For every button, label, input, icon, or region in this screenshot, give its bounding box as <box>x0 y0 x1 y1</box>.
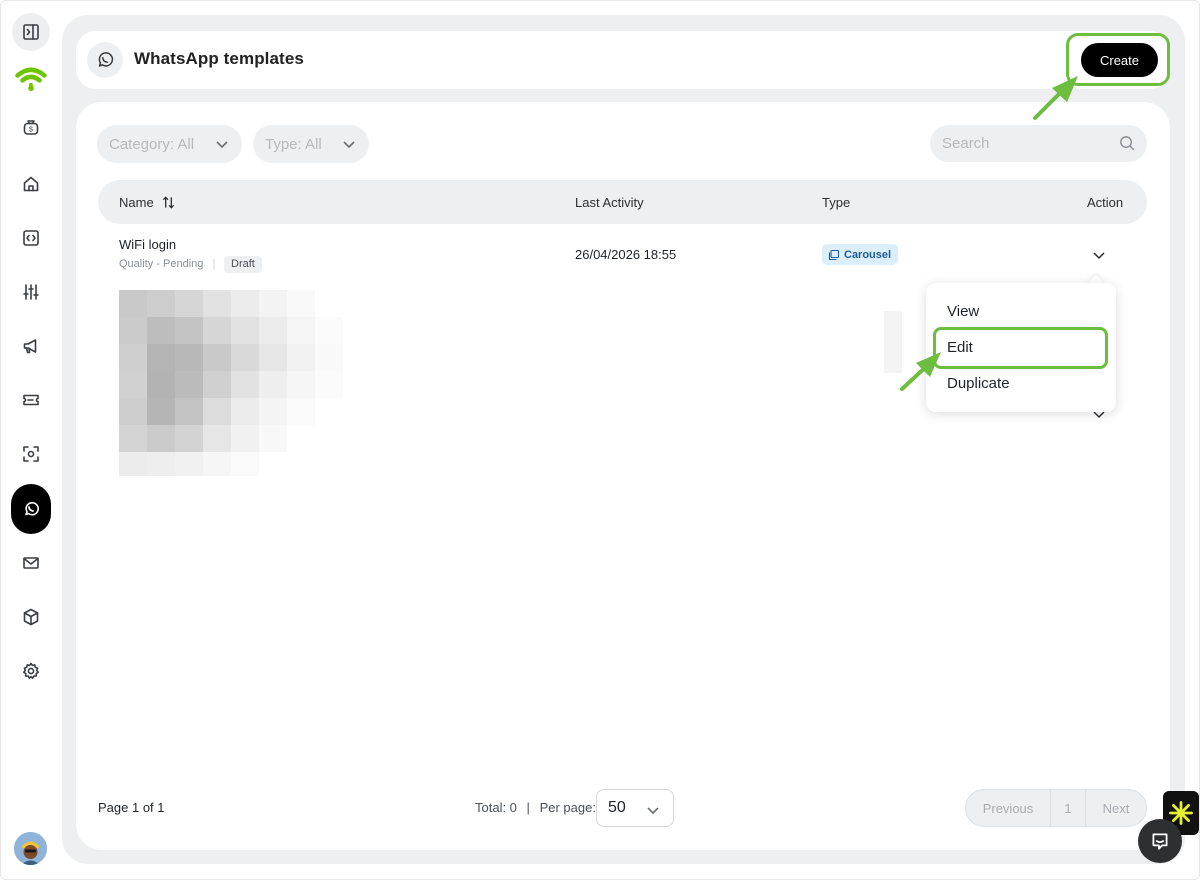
total-info: Total: 0 | Per page: <box>475 800 596 815</box>
category-filter[interactable]: Category: All <box>97 125 242 163</box>
whatsapp-icon <box>87 42 123 78</box>
sidebar: $ <box>0 0 62 880</box>
type-badge: Carousel <box>822 244 899 265</box>
redacted-image <box>119 290 343 476</box>
search-icon <box>1120 136 1135 151</box>
per-page-select[interactable]: 50 <box>596 789 674 827</box>
category-filter-label: Category: All <box>109 135 195 153</box>
total-count: Total: 0 <box>475 800 517 815</box>
chat-icon <box>1152 833 1168 850</box>
money-bag-icon[interactable]: $ <box>12 108 50 146</box>
svg-text:$: $ <box>29 127 33 134</box>
settings-icon[interactable] <box>12 652 50 690</box>
chevron-down-icon <box>216 141 228 149</box>
status-badge: Draft <box>224 256 262 273</box>
quality-status: Quality - Pending | <box>119 258 216 270</box>
cube-icon[interactable] <box>12 598 50 636</box>
megaphone-icon[interactable] <box>12 327 50 365</box>
page-number[interactable]: 1 <box>1051 790 1086 826</box>
template-name[interactable]: WiFi login <box>119 237 176 252</box>
next-button[interactable]: Next <box>1086 790 1146 826</box>
previous-button[interactable]: Previous <box>966 790 1051 826</box>
ticket-icon[interactable] <box>12 381 50 419</box>
pagination: Previous 1 Next <box>965 789 1147 827</box>
home-icon[interactable] <box>12 165 50 203</box>
menu-item-view[interactable]: View <box>947 303 979 320</box>
last-activity-value: 26/04/2026 18:55 <box>575 247 677 262</box>
annotation-arrow <box>1033 76 1078 120</box>
chat-launcher-button[interactable] <box>1138 819 1182 863</box>
mail-icon[interactable] <box>12 544 50 582</box>
column-last-activity: Last Activity <box>575 195 644 210</box>
chevron-down-icon <box>343 141 355 149</box>
whatsapp-icon[interactable] <box>11 484 51 534</box>
type-filter-label: Type: All <box>265 135 322 153</box>
edit-highlight <box>933 327 1108 369</box>
code-icon[interactable] <box>12 219 50 257</box>
sliders-icon[interactable] <box>12 273 50 311</box>
column-action: Action <box>1087 195 1124 210</box>
menu-item-duplicate[interactable]: Duplicate <box>947 375 1010 392</box>
per-page-label: Per page: <box>539 800 596 815</box>
column-name[interactable]: Name <box>119 195 176 210</box>
quality-label: Quality - Pending <box>119 258 204 270</box>
search-placeholder: Search <box>942 135 990 152</box>
create-button[interactable]: Create <box>1081 43 1158 77</box>
per-page-value: 50 <box>608 799 626 816</box>
page-title: WhatsApp templates <box>134 49 304 68</box>
chevron-down-icon[interactable] <box>1091 247 1107 263</box>
sidebar-toggle-icon[interactable] <box>12 13 50 51</box>
annotation-arrow <box>900 352 941 391</box>
column-type: Type <box>822 195 851 210</box>
sort-icon[interactable] <box>161 195 176 210</box>
page-info: Page 1 of 1 <box>98 800 165 815</box>
scan-icon[interactable] <box>12 435 50 473</box>
wifi-icon[interactable] <box>12 60 50 98</box>
chevron-down-icon <box>647 807 659 815</box>
carousel-icon <box>828 249 840 260</box>
avatar[interactable] <box>14 832 47 865</box>
type-filter[interactable]: Type: All <box>253 125 369 163</box>
search-input[interactable]: Search <box>930 125 1147 162</box>
type-label: Carousel <box>844 248 892 261</box>
column-name-label: Name <box>119 195 154 210</box>
